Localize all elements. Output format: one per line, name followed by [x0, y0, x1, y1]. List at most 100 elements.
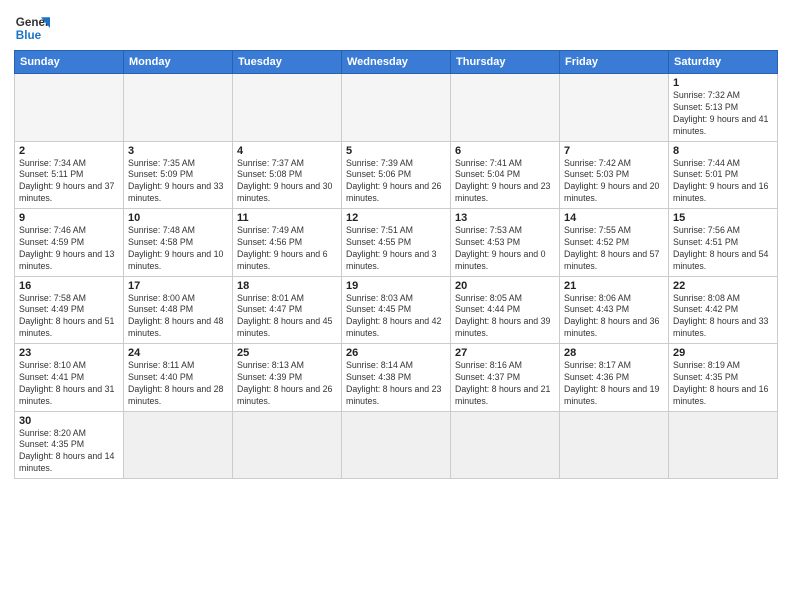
column-header-thursday: Thursday	[451, 51, 560, 74]
day-info: Sunrise: 7:34 AM Sunset: 5:11 PM Dayligh…	[19, 158, 119, 206]
day-number: 2	[19, 145, 119, 157]
calendar-cell: 9Sunrise: 7:46 AM Sunset: 4:59 PM Daylig…	[15, 209, 124, 277]
day-number: 1	[673, 77, 773, 89]
day-number: 7	[564, 145, 664, 157]
column-header-sunday: Sunday	[15, 51, 124, 74]
column-header-wednesday: Wednesday	[342, 51, 451, 74]
day-number: 17	[128, 280, 228, 292]
header: General Blue	[14, 10, 778, 46]
day-info: Sunrise: 7:56 AM Sunset: 4:51 PM Dayligh…	[673, 225, 773, 273]
day-info: Sunrise: 8:00 AM Sunset: 4:48 PM Dayligh…	[128, 293, 228, 341]
day-info: Sunrise: 7:42 AM Sunset: 5:03 PM Dayligh…	[564, 158, 664, 206]
week-row-0: 1Sunrise: 7:32 AM Sunset: 5:13 PM Daylig…	[15, 74, 778, 142]
calendar-cell: 19Sunrise: 8:03 AM Sunset: 4:45 PM Dayli…	[342, 276, 451, 344]
day-info: Sunrise: 8:05 AM Sunset: 4:44 PM Dayligh…	[455, 293, 555, 341]
calendar-cell: 17Sunrise: 8:00 AM Sunset: 4:48 PM Dayli…	[124, 276, 233, 344]
calendar-cell	[669, 411, 778, 479]
day-number: 29	[673, 347, 773, 359]
calendar-cell: 23Sunrise: 8:10 AM Sunset: 4:41 PM Dayli…	[15, 344, 124, 412]
day-info: Sunrise: 8:20 AM Sunset: 4:35 PM Dayligh…	[19, 428, 119, 476]
calendar-cell: 5Sunrise: 7:39 AM Sunset: 5:06 PM Daylig…	[342, 141, 451, 209]
day-number: 26	[346, 347, 446, 359]
day-number: 12	[346, 212, 446, 224]
day-info: Sunrise: 8:14 AM Sunset: 4:38 PM Dayligh…	[346, 360, 446, 408]
calendar-cell: 18Sunrise: 8:01 AM Sunset: 4:47 PM Dayli…	[233, 276, 342, 344]
day-number: 14	[564, 212, 664, 224]
day-info: Sunrise: 7:58 AM Sunset: 4:49 PM Dayligh…	[19, 293, 119, 341]
day-info: Sunrise: 7:44 AM Sunset: 5:01 PM Dayligh…	[673, 158, 773, 206]
day-info: Sunrise: 7:53 AM Sunset: 4:53 PM Dayligh…	[455, 225, 555, 273]
day-number: 25	[237, 347, 337, 359]
day-info: Sunrise: 8:17 AM Sunset: 4:36 PM Dayligh…	[564, 360, 664, 408]
day-info: Sunrise: 8:16 AM Sunset: 4:37 PM Dayligh…	[455, 360, 555, 408]
calendar-cell: 2Sunrise: 7:34 AM Sunset: 5:11 PM Daylig…	[15, 141, 124, 209]
calendar-cell	[451, 411, 560, 479]
calendar-cell: 12Sunrise: 7:51 AM Sunset: 4:55 PM Dayli…	[342, 209, 451, 277]
day-info: Sunrise: 7:46 AM Sunset: 4:59 PM Dayligh…	[19, 225, 119, 273]
day-number: 8	[673, 145, 773, 157]
calendar-cell	[342, 74, 451, 142]
day-number: 22	[673, 280, 773, 292]
day-number: 27	[455, 347, 555, 359]
day-number: 21	[564, 280, 664, 292]
calendar-cell: 1Sunrise: 7:32 AM Sunset: 5:13 PM Daylig…	[669, 74, 778, 142]
day-number: 24	[128, 347, 228, 359]
day-number: 4	[237, 145, 337, 157]
week-row-1: 2Sunrise: 7:34 AM Sunset: 5:11 PM Daylig…	[15, 141, 778, 209]
day-info: Sunrise: 7:32 AM Sunset: 5:13 PM Dayligh…	[673, 90, 773, 138]
day-number: 15	[673, 212, 773, 224]
calendar-cell: 26Sunrise: 8:14 AM Sunset: 4:38 PM Dayli…	[342, 344, 451, 412]
day-info: Sunrise: 8:08 AM Sunset: 4:42 PM Dayligh…	[673, 293, 773, 341]
column-header-friday: Friday	[560, 51, 669, 74]
calendar-cell: 3Sunrise: 7:35 AM Sunset: 5:09 PM Daylig…	[124, 141, 233, 209]
calendar-cell: 28Sunrise: 8:17 AM Sunset: 4:36 PM Dayli…	[560, 344, 669, 412]
day-info: Sunrise: 7:49 AM Sunset: 4:56 PM Dayligh…	[237, 225, 337, 273]
column-header-saturday: Saturday	[669, 51, 778, 74]
week-row-5: 30Sunrise: 8:20 AM Sunset: 4:35 PM Dayli…	[15, 411, 778, 479]
day-number: 6	[455, 145, 555, 157]
calendar-cell: 25Sunrise: 8:13 AM Sunset: 4:39 PM Dayli…	[233, 344, 342, 412]
calendar-cell: 21Sunrise: 8:06 AM Sunset: 4:43 PM Dayli…	[560, 276, 669, 344]
svg-text:Blue: Blue	[16, 29, 42, 42]
day-info: Sunrise: 8:10 AM Sunset: 4:41 PM Dayligh…	[19, 360, 119, 408]
day-number: 13	[455, 212, 555, 224]
day-number: 28	[564, 347, 664, 359]
day-number: 5	[346, 145, 446, 157]
header-row: SundayMondayTuesdayWednesdayThursdayFrid…	[15, 51, 778, 74]
calendar-table: SundayMondayTuesdayWednesdayThursdayFrid…	[14, 50, 778, 479]
calendar-cell	[342, 411, 451, 479]
calendar-cell	[560, 411, 669, 479]
week-row-3: 16Sunrise: 7:58 AM Sunset: 4:49 PM Dayli…	[15, 276, 778, 344]
calendar-cell: 15Sunrise: 7:56 AM Sunset: 4:51 PM Dayli…	[669, 209, 778, 277]
calendar-cell: 8Sunrise: 7:44 AM Sunset: 5:01 PM Daylig…	[669, 141, 778, 209]
calendar-cell: 22Sunrise: 8:08 AM Sunset: 4:42 PM Dayli…	[669, 276, 778, 344]
day-info: Sunrise: 8:19 AM Sunset: 4:35 PM Dayligh…	[673, 360, 773, 408]
week-row-4: 23Sunrise: 8:10 AM Sunset: 4:41 PM Dayli…	[15, 344, 778, 412]
page: General Blue SundayMondayTuesdayWednesda…	[0, 0, 792, 489]
calendar-cell: 20Sunrise: 8:05 AM Sunset: 4:44 PM Dayli…	[451, 276, 560, 344]
day-number: 9	[19, 212, 119, 224]
calendar-cell	[124, 411, 233, 479]
logo-icon: General Blue	[14, 10, 50, 46]
calendar-cell	[560, 74, 669, 142]
calendar-cell: 10Sunrise: 7:48 AM Sunset: 4:58 PM Dayli…	[124, 209, 233, 277]
week-row-2: 9Sunrise: 7:46 AM Sunset: 4:59 PM Daylig…	[15, 209, 778, 277]
day-info: Sunrise: 8:13 AM Sunset: 4:39 PM Dayligh…	[237, 360, 337, 408]
day-number: 16	[19, 280, 119, 292]
day-info: Sunrise: 8:03 AM Sunset: 4:45 PM Dayligh…	[346, 293, 446, 341]
day-number: 19	[346, 280, 446, 292]
day-info: Sunrise: 7:55 AM Sunset: 4:52 PM Dayligh…	[564, 225, 664, 273]
calendar-cell: 13Sunrise: 7:53 AM Sunset: 4:53 PM Dayli…	[451, 209, 560, 277]
calendar-cell: 16Sunrise: 7:58 AM Sunset: 4:49 PM Dayli…	[15, 276, 124, 344]
day-number: 30	[19, 415, 119, 427]
day-info: Sunrise: 8:01 AM Sunset: 4:47 PM Dayligh…	[237, 293, 337, 341]
day-info: Sunrise: 7:51 AM Sunset: 4:55 PM Dayligh…	[346, 225, 446, 273]
day-number: 11	[237, 212, 337, 224]
calendar-cell: 24Sunrise: 8:11 AM Sunset: 4:40 PM Dayli…	[124, 344, 233, 412]
day-info: Sunrise: 8:11 AM Sunset: 4:40 PM Dayligh…	[128, 360, 228, 408]
calendar-cell: 4Sunrise: 7:37 AM Sunset: 5:08 PM Daylig…	[233, 141, 342, 209]
calendar-cell: 30Sunrise: 8:20 AM Sunset: 4:35 PM Dayli…	[15, 411, 124, 479]
calendar-cell	[15, 74, 124, 142]
calendar-cell: 11Sunrise: 7:49 AM Sunset: 4:56 PM Dayli…	[233, 209, 342, 277]
column-header-monday: Monday	[124, 51, 233, 74]
